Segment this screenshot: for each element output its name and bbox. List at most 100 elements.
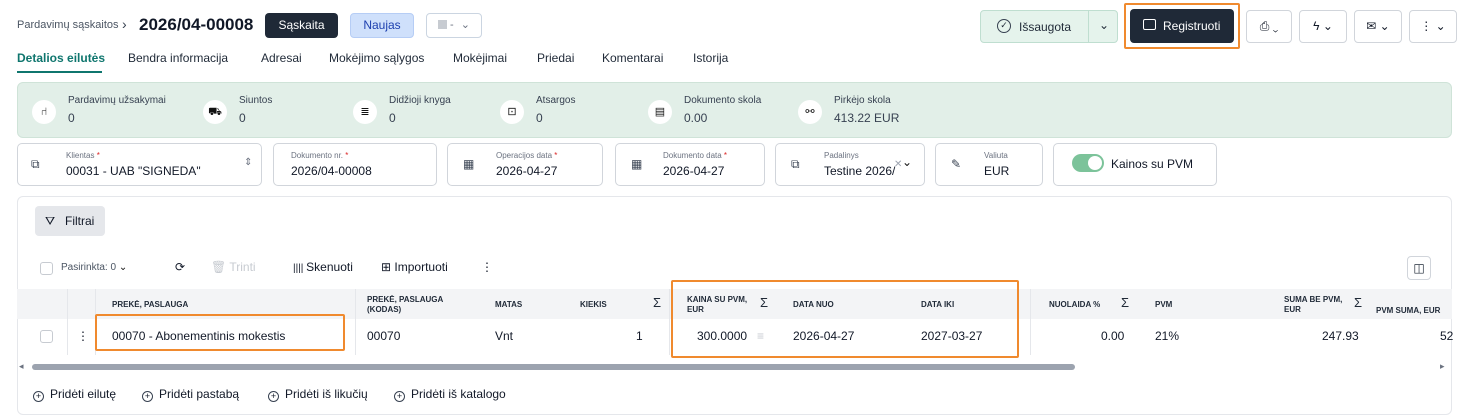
pencil-icon[interactable]: ✎ xyxy=(951,157,961,171)
mail-icon: ✉ xyxy=(1366,19,1377,33)
add-note-label: Pridėti pastabą xyxy=(159,387,240,401)
sum-icon[interactable]: Σ xyxy=(1121,295,1129,310)
client-field[interactable]: ⧉ Klientas * 00031 - UAB "SIGNEDA" ⇕ xyxy=(17,143,262,186)
column-divider xyxy=(67,289,68,355)
more-vertical-icon[interactable]: ⋮ xyxy=(481,260,493,274)
tab-payment-terms[interactable]: Mokėjimo sąlygos xyxy=(329,51,424,65)
required-mark: * xyxy=(343,151,349,160)
client-label: Klientas * xyxy=(66,151,100,160)
more-button[interactable]: ⋮ ⌄ xyxy=(1409,10,1457,43)
status-badge: Naujas xyxy=(350,13,414,38)
color-select-value: - xyxy=(450,19,454,31)
col-header-vat[interactable]: PVM xyxy=(1155,300,1172,310)
sort-arrows-icon: ⇕ xyxy=(244,157,253,168)
operation-date-field[interactable]: ▦ Operacijos data * 2026-04-27 xyxy=(447,143,603,186)
col-header-net-line2: EUR xyxy=(1284,305,1301,314)
external-link-icon[interactable]: ⧉ xyxy=(31,157,40,172)
doc-number-field[interactable]: Dokumento nr. * 2026/04-00008 xyxy=(273,143,437,186)
tab-attachments[interactable]: Priedai xyxy=(537,51,574,65)
saved-button[interactable]: ✓ Išsaugota ⌄ xyxy=(980,10,1118,43)
row-unit[interactable]: Vnt xyxy=(495,329,513,343)
divider xyxy=(1088,11,1089,42)
chevron-down-icon[interactable]: ⌄ xyxy=(1099,18,1109,32)
col-header-vat-sum[interactable]: PVM SUMA, EUR xyxy=(1376,306,1440,315)
vat-prices-label: Kainos su PVM xyxy=(1111,157,1194,171)
tab-addresses[interactable]: Adresai xyxy=(261,51,302,65)
delete-button[interactable]: 🗑 Trinti xyxy=(211,260,256,274)
row-net[interactable]: 247.93 xyxy=(1322,329,1359,343)
operation-date-label: Operacijos data * xyxy=(496,151,557,160)
email-button[interactable]: ✉ ⌄ xyxy=(1354,10,1402,43)
col-header-item[interactable]: PREKĖ, PASLAUGA xyxy=(112,300,188,310)
sum-icon[interactable]: Σ xyxy=(653,295,661,310)
row-vat[interactable]: 21% xyxy=(1155,329,1179,343)
tab-general-info[interactable]: Bendra informacija xyxy=(128,51,228,65)
lightning-icon: ϟ xyxy=(1313,19,1320,33)
external-link-icon[interactable]: ⧉ xyxy=(791,157,800,172)
tab-detail-lines[interactable]: Detalios eilutės xyxy=(17,51,105,65)
row-vat-sum[interactable]: 52 xyxy=(1440,329,1453,343)
document-date-field[interactable]: ▦ Dokumento data * 2026-04-27 xyxy=(615,143,765,186)
vat-prices-toggle[interactable] xyxy=(1072,154,1104,172)
document-date-label-text: Dokumento data xyxy=(663,151,722,160)
col-header-qty[interactable]: KIEKIS xyxy=(580,300,607,310)
col-header-code[interactable]: PREKĖ, PASLAUGA (KODAS) xyxy=(367,295,443,315)
import-button[interactable]: ⊞ Importuoti xyxy=(381,260,448,274)
scan-button[interactable]: |||| Skenuoti xyxy=(293,260,353,274)
doc-type-badge: Sąskaita xyxy=(265,13,338,38)
add-line-button[interactable]: + Pridėti eilutę xyxy=(33,387,116,402)
calendar-icon[interactable]: ▦ xyxy=(463,157,474,171)
print-button[interactable]: ⎙ ⌄ xyxy=(1246,10,1292,43)
row-code[interactable]: 00070 xyxy=(367,329,400,343)
col-header-net[interactable]: SUMA BE PVM, EUR xyxy=(1284,295,1342,315)
tab-comments[interactable]: Komentarai xyxy=(602,51,663,65)
register-label: Registruoti xyxy=(1163,19,1221,33)
row-menu-icon[interactable]: ⋮ xyxy=(77,329,89,343)
color-select[interactable]: - ⌄ xyxy=(426,13,482,38)
tab-payments[interactable]: Mokėjimai xyxy=(453,51,507,65)
row-discount[interactable]: 0.00 xyxy=(1101,329,1124,343)
add-line-label: Pridėti eilutę xyxy=(50,387,117,401)
row-checkbox[interactable] xyxy=(40,330,53,343)
register-button[interactable]: Registruoti xyxy=(1130,9,1234,43)
filter-button[interactable]: ⛛ Filtrai xyxy=(35,206,105,236)
scroll-right-icon[interactable]: ▸ xyxy=(1440,361,1445,372)
tab-history[interactable]: Istorija xyxy=(693,51,728,65)
select-all-checkbox[interactable] xyxy=(40,262,53,275)
stat-label: Dokumento skola xyxy=(684,95,762,106)
row-qty[interactable]: 1 xyxy=(636,329,643,343)
horizontal-scrollbar[interactable] xyxy=(32,364,1075,370)
selected-count-text: Pasirinkta: 0 xyxy=(61,262,117,273)
client-value: 00031 - UAB "SIGNEDA" xyxy=(66,164,201,178)
selected-count[interactable]: Pasirinkta: 0 ⌄ xyxy=(61,262,127,273)
doc-number-value: 2026/04-00008 xyxy=(291,164,372,178)
col-header-unit[interactable]: MATAS xyxy=(495,300,522,310)
currency-field[interactable]: ✎ Valiuta EUR xyxy=(935,143,1043,186)
client-label-text: Klientas xyxy=(66,151,95,160)
col-header-code-line1: PREKĖ, PASLAUGA xyxy=(367,295,444,304)
add-from-catalog-button[interactable]: + Pridėti iš katalogo xyxy=(394,387,506,402)
add-note-button[interactable]: + Pridėti pastabą xyxy=(142,387,239,402)
breadcrumb[interactable]: Pardavimų sąskaitos xyxy=(17,19,119,31)
col-header-discount[interactable]: NUOLAIDA % xyxy=(1049,300,1100,310)
required-mark: * xyxy=(721,151,728,160)
vat-prices-field: Kainos su PVM xyxy=(1053,143,1217,186)
division-field[interactable]: ⧉ Padalinys Testine 2026/ ✕ ⌄ xyxy=(775,143,925,186)
calendar-icon[interactable]: ▦ xyxy=(631,157,642,171)
columns-icon[interactable]: ◫ xyxy=(1407,256,1431,280)
handshake-icon: ⚯ xyxy=(798,100,822,124)
add-from-stock-button[interactable]: + Pridėti iš likučių xyxy=(268,387,368,402)
chevron-down-icon[interactable]: ⌄ xyxy=(902,155,912,169)
plus-circle-icon: + xyxy=(33,391,44,402)
saved-label: Išsaugota xyxy=(1019,20,1072,34)
add-from-catalog-label: Pridėti iš katalogo xyxy=(411,387,506,401)
currency-label: Valiuta xyxy=(984,151,1008,160)
sum-icon[interactable]: Σ xyxy=(1354,295,1362,310)
column-divider xyxy=(1030,289,1031,355)
cash-register-icon: ▤ xyxy=(648,100,672,124)
chevron-right-icon: › xyxy=(122,16,127,32)
chevron-down-icon: ⌄ xyxy=(460,19,470,31)
actions-button[interactable]: ϟ ⌄ xyxy=(1299,10,1347,43)
scroll-left-icon[interactable]: ◂ xyxy=(19,361,24,372)
refresh-icon[interactable]: ⟳ xyxy=(175,260,185,274)
